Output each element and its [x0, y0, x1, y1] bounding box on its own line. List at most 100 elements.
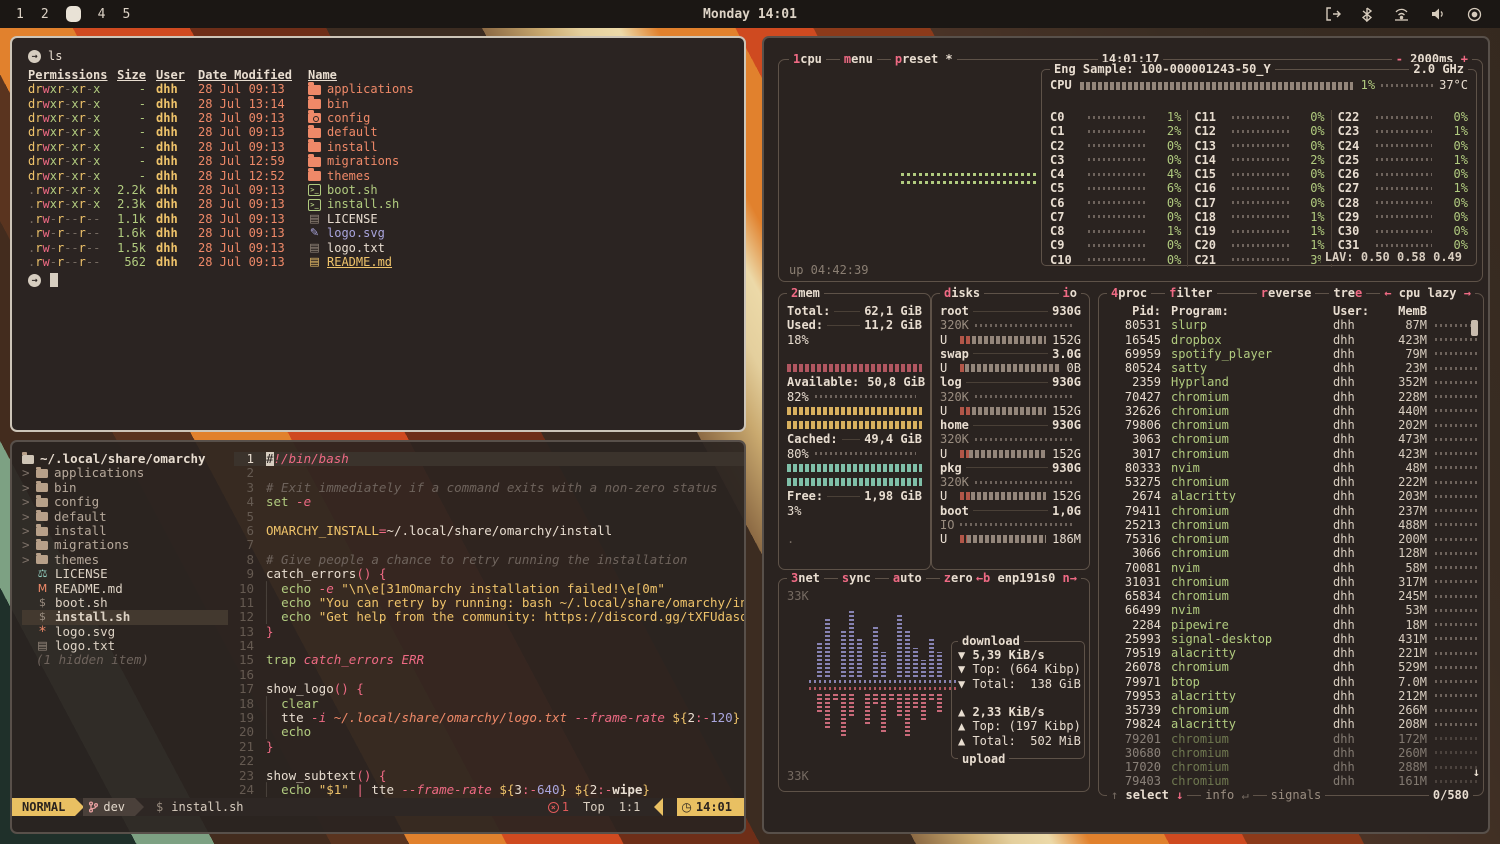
process-row[interactable]: 65834chromiumdhh245M0.0	[1099, 589, 1483, 603]
disk-root: root930G	[932, 304, 1089, 318]
core-row-C28: C280%	[1332, 196, 1474, 210]
mem-free-pct: 3%	[787, 504, 801, 518]
preset-button[interactable]: preset *	[891, 52, 957, 66]
volume-icon[interactable]	[1431, 7, 1446, 21]
script-icon: >_	[308, 199, 321, 211]
btop-window[interactable]: 1cpu menu preset * 14:01:17 - 2000ms + u…	[762, 36, 1490, 834]
workspace-1[interactable]: 1	[16, 7, 24, 22]
bluetooth-icon[interactable]	[1362, 7, 1372, 22]
tree-dir-themes[interactable]: >themes	[22, 553, 234, 567]
disks-box-title[interactable]: disks	[940, 286, 984, 300]
tree-file-install.sh[interactable]: $install.sh	[22, 610, 228, 624]
tree-file-README.md[interactable]: MREADME.md	[22, 582, 234, 596]
code-line-17: 17show_logo() {	[234, 682, 744, 696]
process-row[interactable]: 79519alacrittydhh221M0.0	[1099, 646, 1483, 660]
process-row[interactable]: 79971btopdhh7.0M0.0	[1099, 675, 1483, 689]
workspace-3-active[interactable]	[66, 6, 81, 22]
upload-title: upload	[958, 752, 1009, 766]
screen-record-icon[interactable]	[1467, 7, 1482, 22]
process-row[interactable]: 3017chromiumdhh423M0.0	[1099, 447, 1483, 461]
code-editor[interactable]: 1#!/bin/bash23# Exit immediately if a co…	[234, 442, 744, 798]
tree-file-boot.sh[interactable]: $boot.sh	[22, 596, 234, 610]
process-row[interactable]: 2359Hyprlanddhh352M0.0	[1099, 375, 1483, 389]
process-row[interactable]: 25993signal-desktopdhh431M0.0	[1099, 632, 1483, 646]
proc-info-control[interactable]: info ↵	[1201, 788, 1252, 802]
cpu-core-grid: C01%C12%C20%C30%C44%C56%C60%C70%C81%C90%…	[1044, 110, 1474, 267]
process-row[interactable]: 30680chromiumdhh260M0.0	[1099, 746, 1483, 760]
upload-total: Total: 502 MiB	[972, 734, 1080, 748]
process-row[interactable]: 80333nvimdhh48M0.0	[1099, 461, 1483, 475]
proc-scrollbar-thumb[interactable]	[1471, 320, 1478, 336]
process-row[interactable]: 3063chromiumdhh473M0.0	[1099, 432, 1483, 446]
tree-root[interactable]: ~/.local/share/omarchy	[22, 452, 234, 466]
folder-icon	[36, 469, 48, 478]
mem-used-pct: 18%	[787, 333, 809, 347]
process-row[interactable]: 66499nvimdhh53M0.0	[1099, 603, 1483, 617]
ls-header-row: Permissions Size User Date Modified Name	[28, 68, 744, 82]
powerline-separator	[654, 798, 663, 816]
book-icon: ▤	[308, 255, 321, 270]
process-row[interactable]: 79824alacrittydhh208M0.0	[1099, 717, 1483, 731]
process-row[interactable]: 53275chromiumdhh222M0.0	[1099, 475, 1483, 489]
tree-dir-applications[interactable]: >applications	[22, 466, 234, 480]
tree-file-logo.svg[interactable]: *logo.svg	[22, 625, 234, 639]
proc-signals-control[interactable]: signals	[1267, 788, 1326, 802]
ls-row: .rwxr-xr-x2.2kdhh28 Jul 09:13>_boot.sh	[28, 183, 744, 197]
terminal-window-ls[interactable]: → ls Permissions Size User Date Modified…	[10, 36, 746, 432]
mem-available-value: 50,8 GiB	[867, 375, 925, 389]
powerline-separator	[135, 798, 144, 816]
process-row[interactable]: 79806chromiumdhh202M0.0	[1099, 418, 1483, 432]
logout-icon[interactable]	[1325, 7, 1341, 21]
proc-sort-switcher[interactable]: ← cpu lazy →	[1380, 286, 1475, 300]
tree-dir-install[interactable]: >install	[22, 524, 234, 538]
process-row[interactable]: 2674alacrittydhh203M0.0	[1099, 489, 1483, 503]
tree-dir-default[interactable]: >default	[22, 510, 234, 524]
editor-window[interactable]: ~/.local/share/omarchy>applications>bin>…	[10, 440, 746, 834]
tree-dir-config[interactable]: >config	[22, 495, 234, 509]
net-sync-toggle[interactable]: sync	[838, 571, 875, 585]
tree-dir-migrations[interactable]: >migrations	[22, 538, 234, 552]
process-row[interactable]: 16545dropboxdhh423M0.0	[1099, 333, 1483, 347]
process-row[interactable]: 35739chromiumdhh266M0.0	[1099, 703, 1483, 717]
workspace-5[interactable]: 5	[122, 7, 130, 22]
process-row[interactable]: 79201chromiumdhh172M0.0	[1099, 732, 1483, 746]
prompt-icon: →	[28, 50, 41, 63]
ls-row: .rw-r--r--1.1kdhh28 Jul 09:13▤LICENSE	[28, 212, 744, 226]
core-row-C30: C300%	[1332, 224, 1474, 238]
process-row[interactable]: 31031chromiumdhh317M0.0	[1099, 575, 1483, 589]
disks-io-toggle[interactable]: io	[1059, 286, 1081, 300]
menu-button[interactable]: menu	[840, 52, 877, 66]
process-row[interactable]: 80524sattydhh23M0.0	[1099, 361, 1483, 375]
process-row[interactable]: 75316chromiumdhh200M0.0	[1099, 532, 1483, 546]
net-auto-toggle[interactable]: auto	[889, 571, 926, 585]
process-row[interactable]: 25213chromiumdhh488M0.0	[1099, 518, 1483, 532]
tree-file-logo.txt[interactable]: ▤logo.txt	[22, 639, 234, 653]
process-row[interactable]: 2284pipewiredhh18M0.0	[1099, 618, 1483, 632]
proc-tree-button[interactable]: tree	[1329, 286, 1366, 300]
network-icon[interactable]	[1393, 7, 1410, 21]
net-interface-switcher[interactable]: ←b enp191s0 n→	[972, 571, 1081, 585]
process-row[interactable]: 79403chromiumdhh161M0.0	[1099, 774, 1483, 788]
proc-reverse-button[interactable]: reverse	[1257, 286, 1316, 300]
terminal-cursor[interactable]	[50, 273, 58, 287]
process-row[interactable]: 69959spotify_playerdhh79M0.0	[1099, 347, 1483, 361]
core-row-C24: C240%	[1332, 139, 1474, 153]
process-row[interactable]: 26078chromiumdhh529M0.0	[1099, 660, 1483, 674]
workspace-2[interactable]: 2	[41, 7, 49, 22]
tree-dir-bin[interactable]: >bin	[22, 481, 234, 495]
process-row[interactable]: 17020chromiumdhh288M0.0	[1099, 760, 1483, 774]
process-row[interactable]: 3066chromiumdhh128M0.0	[1099, 546, 1483, 560]
mem-box-title: 2mem	[787, 286, 824, 300]
process-row[interactable]: 80531slurpdhh87M0.0	[1099, 318, 1483, 332]
proc-filter-button[interactable]: filter	[1165, 286, 1216, 300]
workspace-4[interactable]: 4	[98, 7, 106, 22]
scroll-down-arrow[interactable]: ↓	[1473, 765, 1480, 779]
process-row[interactable]: 70081nvimdhh58M0.0	[1099, 561, 1483, 575]
process-row[interactable]: 79411chromiumdhh237M0.0	[1099, 504, 1483, 518]
process-row[interactable]: 79953alacrittydhh212M0.0	[1099, 689, 1483, 703]
process-row[interactable]: 32626chromiumdhh440M0.0	[1099, 404, 1483, 418]
ls-row: drwxr-xr-x-dhh28 Jul 12:52themes	[28, 169, 744, 183]
process-row[interactable]: 70427chromiumdhh228M0.0	[1099, 390, 1483, 404]
tree-file-LICENSE[interactable]: ⚖LICENSE	[22, 567, 234, 581]
proc-select-control[interactable]: ↑ select ↓	[1107, 788, 1187, 802]
